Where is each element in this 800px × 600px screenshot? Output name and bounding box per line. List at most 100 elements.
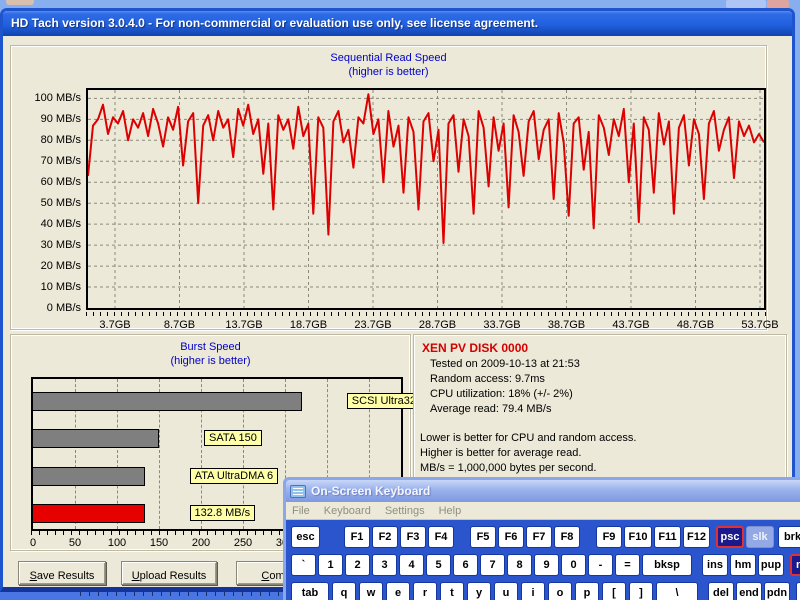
burst-bar-0 bbox=[33, 392, 302, 411]
burst-x-tick-label: 150 bbox=[150, 537, 168, 549]
osk-key-pup[interactable]: pup bbox=[758, 554, 784, 576]
upload-results-button[interactable]: Upload Results bbox=[121, 561, 217, 585]
osk-key-F8[interactable]: F8 bbox=[554, 526, 580, 548]
osk-key-o[interactable]: o bbox=[548, 582, 572, 600]
osk-key-6[interactable]: 6 bbox=[453, 554, 478, 576]
y-tick-label: 90 MB/s bbox=[11, 113, 81, 125]
osk-key-2[interactable]: 2 bbox=[345, 554, 370, 576]
osk-key-F1[interactable]: F1 bbox=[344, 526, 370, 548]
osk-key-[[interactable]: [ bbox=[602, 582, 626, 600]
osk-key-`[interactable]: ` bbox=[291, 554, 316, 576]
x-tick-label: 53.7GB bbox=[741, 319, 778, 331]
osk-key-r[interactable]: r bbox=[413, 582, 437, 600]
y-tick-label: 100 MB/s bbox=[11, 92, 81, 104]
burst-x-tick-label: 50 bbox=[69, 537, 81, 549]
osk-key-F6[interactable]: F6 bbox=[498, 526, 524, 548]
burst-x-tick-label: 250 bbox=[234, 537, 252, 549]
osk-key-\[interactable]: \ bbox=[656, 582, 698, 600]
sequential-x-axis-labels: 3.7GB8.7GB13.7GB18.7GB23.7GB28.7GB33.7GB… bbox=[86, 319, 768, 333]
osk-key-0[interactable]: 0 bbox=[561, 554, 586, 576]
info-line: MB/s = 1,000,000 bytes per second. bbox=[414, 461, 786, 476]
burst-bar-label: ATA UltraDMA 6 bbox=[190, 468, 278, 484]
sequential-chart-title-line1: Sequential Read Speed bbox=[11, 51, 766, 65]
osk-key-row: tabqwertyuiop[]\ delendpdn 7 bbox=[291, 582, 800, 600]
osk-key-e[interactable]: e bbox=[386, 582, 410, 600]
burst-x-tick-label: 100 bbox=[108, 537, 126, 549]
x-tick-label: 18.7GB bbox=[290, 319, 327, 331]
hdtach-titlebar[interactable]: HD Tach version 3.0.4.0 - For non-commer… bbox=[3, 11, 792, 36]
burst-bar-label: 132.8 MB/s bbox=[190, 505, 256, 521]
osk-key-t[interactable]: t bbox=[440, 582, 464, 600]
osk-key-][interactable]: ] bbox=[629, 582, 653, 600]
sequential-x-axis-minor-ticks bbox=[86, 312, 768, 316]
osk-key-8[interactable]: 8 bbox=[507, 554, 532, 576]
osk-menu-file[interactable]: File bbox=[292, 505, 310, 517]
osk-key-q[interactable]: q bbox=[332, 582, 356, 600]
osk-key-ins[interactable]: ins bbox=[702, 554, 728, 576]
sequential-plot-area bbox=[86, 88, 766, 310]
osk-key-9[interactable]: 9 bbox=[534, 554, 559, 576]
y-tick-label: 60 MB/s bbox=[11, 176, 81, 188]
osk-titlebar[interactable]: On-Screen Keyboard bbox=[286, 480, 800, 502]
burst-bar-1 bbox=[33, 429, 159, 448]
osk-key-end[interactable]: end bbox=[736, 582, 762, 600]
y-tick-label: 20 MB/s bbox=[11, 260, 81, 272]
osk-key-F7[interactable]: F7 bbox=[526, 526, 552, 548]
osk-key-F10[interactable]: F10 bbox=[624, 526, 652, 548]
x-tick-label: 23.7GB bbox=[354, 319, 391, 331]
osk-key-esc[interactable]: esc bbox=[291, 526, 320, 548]
osk-key-del[interactable]: del bbox=[708, 582, 734, 600]
osk-key-psc[interactable]: psc bbox=[716, 526, 744, 548]
osk-window-title: On-Screen Keyboard bbox=[311, 484, 430, 498]
osk-key-5[interactable]: 5 bbox=[426, 554, 451, 576]
osk-key-u[interactable]: u bbox=[494, 582, 518, 600]
osk-key-pdn[interactable]: pdn bbox=[764, 582, 790, 600]
osk-key-bksp[interactable]: bksp bbox=[642, 554, 692, 576]
burst-chart-title-line1: Burst Speed bbox=[11, 340, 410, 354]
sequential-read-panel: Sequential Read Speed (higher is better)… bbox=[10, 45, 767, 330]
osk-menu-bar: File Keyboard Settings Help bbox=[286, 502, 800, 520]
sequential-chart-title-line2: (higher is better) bbox=[11, 65, 766, 79]
osk-key-F12[interactable]: F12 bbox=[683, 526, 710, 548]
osk-key-brk[interactable]: brk bbox=[778, 526, 800, 548]
osk-key-y[interactable]: y bbox=[467, 582, 491, 600]
osk-key-=[interactable]: = bbox=[615, 554, 640, 576]
save-results-button[interactable]: Save Results bbox=[18, 561, 106, 585]
osk-key-3[interactable]: 3 bbox=[372, 554, 397, 576]
osk-key-F4[interactable]: F4 bbox=[428, 526, 454, 548]
osk-key-1[interactable]: 1 bbox=[318, 554, 343, 576]
osk-key-w[interactable]: w bbox=[359, 582, 383, 600]
osk-key-7[interactable]: 7 bbox=[480, 554, 505, 576]
osk-key-nlk[interactable]: nlk bbox=[790, 554, 800, 576]
osk-key--[interactable]: - bbox=[588, 554, 613, 576]
osk-key-i[interactable]: i bbox=[521, 582, 545, 600]
info-line: Tested on 2009-10-13 at 21:53 bbox=[414, 357, 786, 372]
burst-chart-title-line2: (higher is better) bbox=[11, 354, 410, 368]
info-line: CPU utilization: 18% (+/- 2%) bbox=[414, 387, 786, 402]
osk-key-p[interactable]: p bbox=[575, 582, 599, 600]
osk-key-F3[interactable]: F3 bbox=[400, 526, 426, 548]
y-tick-label: 50 MB/s bbox=[11, 197, 81, 209]
info-line: Lower is better for CPU and random acces… bbox=[414, 431, 786, 446]
osk-key-F5[interactable]: F5 bbox=[470, 526, 496, 548]
osk-key-F9[interactable]: F9 bbox=[596, 526, 622, 548]
osk-menu-help[interactable]: Help bbox=[439, 505, 462, 517]
osk-key-tab[interactable]: tab bbox=[291, 582, 329, 600]
osk-key-F11[interactable]: F11 bbox=[654, 526, 681, 548]
background-window-button-fragment bbox=[726, 0, 766, 8]
x-tick-label: 8.7GB bbox=[164, 319, 195, 331]
osk-key-4[interactable]: 4 bbox=[399, 554, 424, 576]
osk-key-F2[interactable]: F2 bbox=[372, 526, 398, 548]
read-speed-line bbox=[88, 94, 764, 243]
osk-menu-settings[interactable]: Settings bbox=[385, 505, 425, 517]
osk-key-hm[interactable]: hm bbox=[730, 554, 756, 576]
osk-menu-keyboard[interactable]: Keyboard bbox=[324, 505, 371, 517]
background-window-close-fragment bbox=[767, 0, 789, 8]
osk-key-slk[interactable]: slk bbox=[746, 526, 774, 548]
x-tick-label: 38.7GB bbox=[548, 319, 585, 331]
osk-key-7[interactable]: 7 bbox=[796, 582, 800, 600]
x-tick-label: 3.7GB bbox=[99, 319, 130, 331]
hdtach-window-title: HD Tach version 3.0.4.0 - For non-commer… bbox=[11, 16, 538, 30]
osk-key-row: `1234567890-=bkspinshmpupnlk bbox=[291, 554, 800, 576]
sequential-chart-svg bbox=[88, 90, 764, 308]
